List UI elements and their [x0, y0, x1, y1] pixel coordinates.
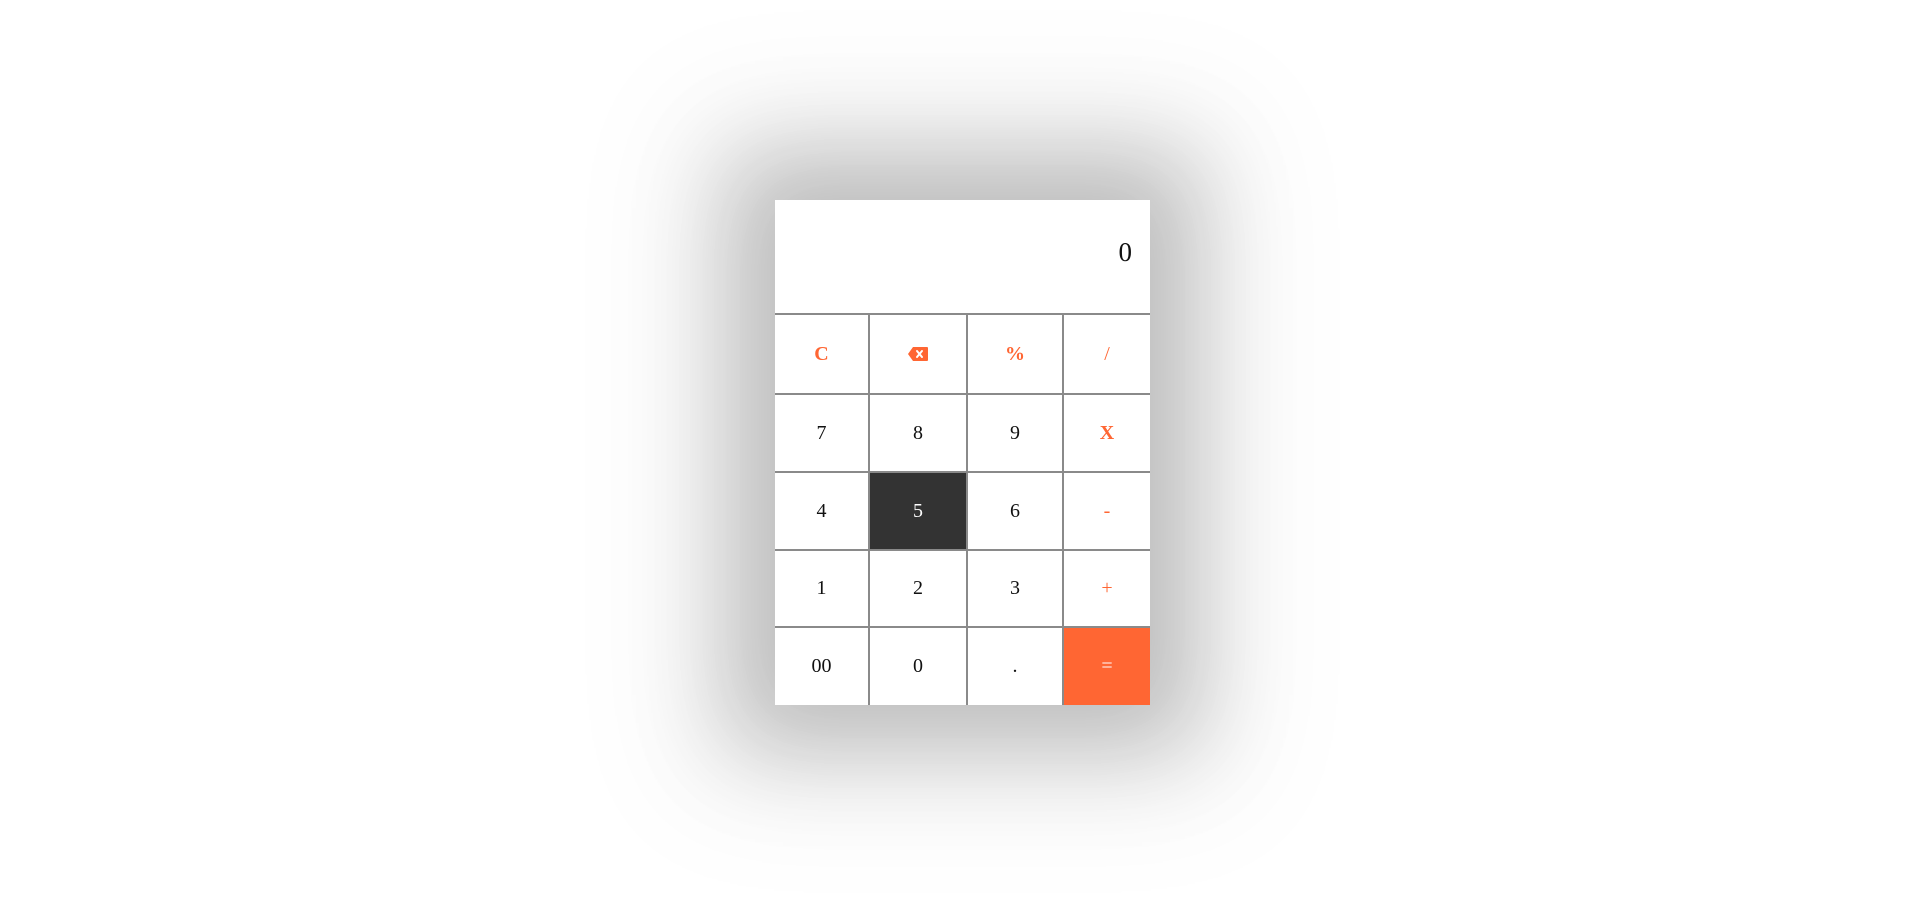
backspace-button[interactable] [870, 315, 968, 395]
minus-button[interactable]: - [1064, 473, 1150, 551]
clear-button[interactable]: C [775, 315, 870, 395]
display-value: 0 [1118, 237, 1133, 267]
digit-8-button[interactable]: 8 [870, 395, 968, 473]
digit-5-button[interactable]: 5 [870, 473, 968, 551]
divide-button[interactable]: / [1064, 315, 1150, 395]
digit-4-button[interactable]: 4 [775, 473, 870, 551]
plus-button[interactable]: + [1064, 551, 1150, 628]
digit-9-button[interactable]: 9 [968, 395, 1064, 473]
multiply-button[interactable]: X [1064, 395, 1150, 473]
digit-0-button[interactable]: 0 [870, 628, 968, 705]
calculator: 0 C % / 7 8 9 X 4 5 6 - 1 2 3 + 00 0 . = [775, 200, 1150, 705]
keypad: C % / 7 8 9 X 4 5 6 - 1 2 3 + 00 0 . = [775, 313, 1150, 705]
equals-button[interactable]: = [1064, 628, 1150, 705]
backspace-icon [908, 347, 928, 361]
calculator-display: 0 [775, 200, 1150, 313]
decimal-button[interactable]: . [968, 628, 1064, 705]
digit-6-button[interactable]: 6 [968, 473, 1064, 551]
digit-3-button[interactable]: 3 [968, 551, 1064, 628]
percent-button[interactable]: % [968, 315, 1064, 395]
digit-2-button[interactable]: 2 [870, 551, 968, 628]
page: 0 C % / 7 8 9 X 4 5 6 - 1 2 3 + 00 0 . = [0, 0, 1920, 898]
double-zero-button[interactable]: 00 [775, 628, 870, 705]
digit-1-button[interactable]: 1 [775, 551, 870, 628]
digit-7-button[interactable]: 7 [775, 395, 870, 473]
